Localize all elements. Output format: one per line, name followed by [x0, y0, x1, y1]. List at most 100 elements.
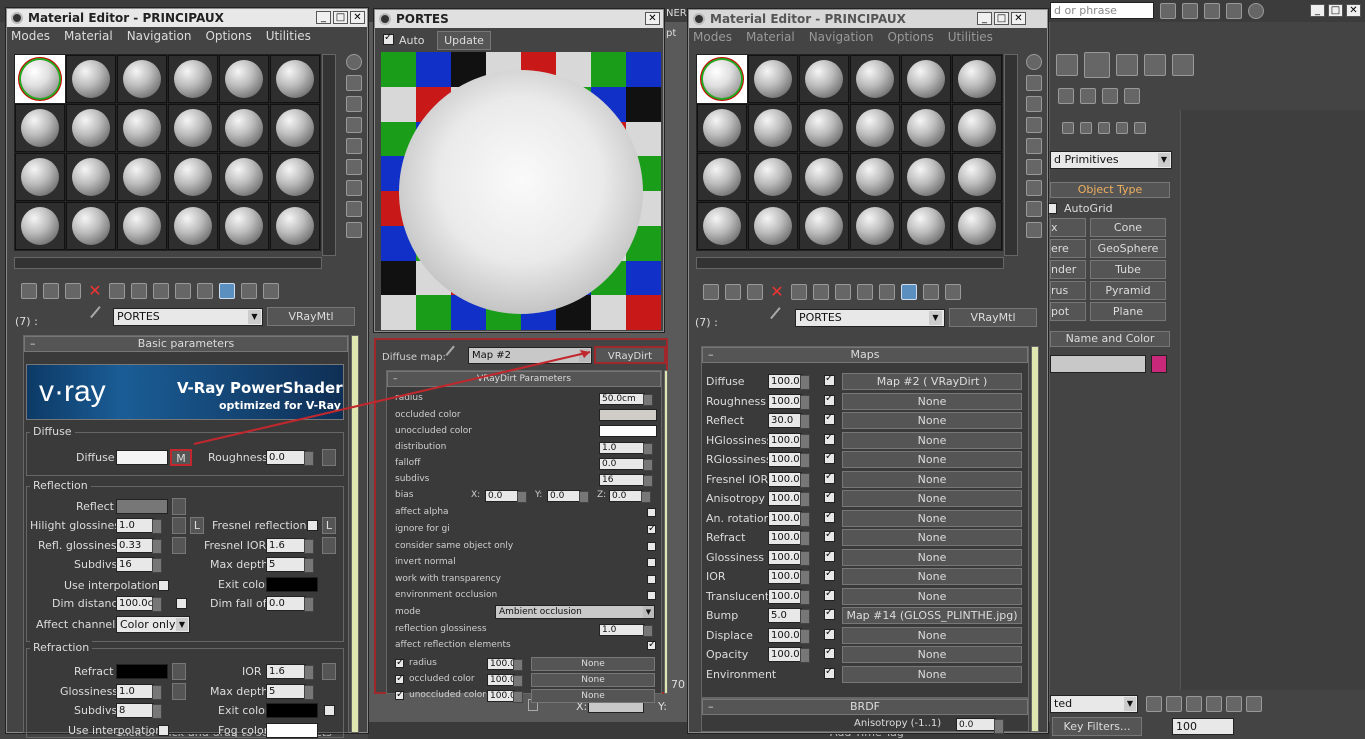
go-end-icon[interactable]: [1226, 696, 1242, 712]
map-enable-checkbox[interactable]: [824, 549, 835, 562]
prev-frame-icon[interactable]: [1166, 696, 1182, 712]
uv-tiling-icon[interactable]: [346, 117, 362, 133]
material-slot[interactable]: [66, 153, 116, 201]
material-slot[interactable]: [117, 55, 167, 103]
title-bar[interactable]: Material Editor - PRINCIPAUX _ □ ✕: [7, 9, 367, 27]
material-editor-icon[interactable]: [1084, 52, 1110, 78]
save-icon[interactable]: [1056, 54, 1078, 76]
right-background-icon[interactable]: [1026, 96, 1042, 112]
reflect-map-button[interactable]: [172, 498, 186, 515]
object-type-button[interactable]: Pyramid: [1090, 281, 1166, 300]
object-type-button[interactable]: rus: [1050, 281, 1086, 300]
map-amount-spinner[interactable]: 100.0: [768, 530, 810, 546]
map-amount-spinner[interactable]: 5.0: [768, 608, 810, 624]
right-menu-material[interactable]: Material: [746, 30, 795, 44]
map-amount-spinner[interactable]: 100.0: [768, 432, 810, 449]
object-type-button[interactable]: Tube: [1090, 260, 1166, 279]
ior-spinner[interactable]: 1.6: [266, 664, 314, 680]
material-slot[interactable]: [66, 104, 116, 152]
map-enable-checkbox[interactable]: [824, 588, 835, 601]
invert-normal-checkbox[interactable]: [647, 558, 656, 567]
map-slot-button[interactable]: None: [842, 626, 1022, 644]
glossiness-map-button[interactable]: [172, 683, 186, 700]
ior-map-button[interactable]: [322, 663, 336, 680]
r-use-interp-checkbox[interactable]: [158, 725, 169, 736]
falloff-spinner[interactable]: 0.0: [599, 458, 653, 471]
params-vscroll[interactable]: [351, 335, 359, 733]
affect-channels-arrow[interactable]: ▼: [176, 618, 188, 631]
object-type-button[interactable]: GeoSphere: [1090, 239, 1166, 258]
map-amount-spinner[interactable]: 100.0: [768, 491, 810, 507]
dirt-map-amount[interactable]: 100.0: [487, 658, 523, 671]
map-amount-spinner[interactable]: 100.0: [768, 627, 810, 644]
update-button[interactable]: Update: [437, 31, 491, 50]
map-enable-checkbox[interactable]: [824, 666, 835, 679]
right-options-icon[interactable]: [1026, 180, 1042, 196]
map-slot-button[interactable]: None: [842, 587, 1022, 605]
key-mode-icon[interactable]: [1246, 696, 1262, 712]
hierarchy-tab-icon[interactable]: [1058, 88, 1074, 104]
material-slot[interactable]: [219, 202, 269, 250]
systems-icon[interactable]: [1134, 122, 1146, 134]
r-exit-color-swatch[interactable]: [266, 703, 318, 718]
map-slot-button[interactable]: None: [842, 548, 1022, 566]
map-enable-checkbox[interactable]: [824, 607, 835, 620]
unoccluded-color-swatch[interactable]: [599, 425, 657, 437]
roughness-map-button[interactable]: [322, 449, 336, 466]
map-amount-spinner[interactable]: 100.0: [768, 647, 810, 663]
right-put-to-library-icon[interactable]: [813, 284, 829, 300]
right-get-material-icon[interactable]: [703, 284, 719, 300]
object-type-button[interactable]: nder: [1050, 260, 1086, 279]
work-transparency-checkbox[interactable]: [647, 575, 656, 584]
material-slot[interactable]: [748, 202, 798, 250]
video-color-icon[interactable]: [346, 138, 362, 154]
refl-gloss-spinner[interactable]: 0.33: [116, 538, 162, 554]
right-make-preview-icon[interactable]: [1026, 159, 1042, 175]
map-amount-spinner[interactable]: 100.0: [768, 393, 810, 410]
map-enable-checkbox[interactable]: [824, 510, 835, 523]
map-slot-button[interactable]: None: [842, 431, 1022, 449]
material-slot[interactable]: [15, 104, 65, 152]
right-sample-type-icon[interactable]: [1026, 54, 1042, 70]
right-menu-options[interactable]: Options: [887, 30, 933, 44]
radius-spinner[interactable]: 50.0cm: [599, 393, 653, 406]
select-by-material-icon[interactable]: [346, 201, 362, 217]
right-go-forward-icon[interactable]: [923, 284, 939, 300]
primitives-dropdown-arrow[interactable]: ▼: [1158, 153, 1170, 167]
right-backlight-icon[interactable]: [1026, 75, 1042, 91]
maps-header[interactable]: – Maps: [702, 347, 1028, 363]
affect-refl-checkbox[interactable]: [647, 639, 656, 650]
menu-options[interactable]: Options: [205, 29, 251, 43]
roughness-spinner[interactable]: 0.0: [266, 450, 314, 466]
helpers-icon[interactable]: [1098, 122, 1110, 134]
right-maximize-button[interactable]: □: [994, 12, 1009, 25]
right-select-by-material-icon[interactable]: [1026, 201, 1042, 217]
slots-vscroll[interactable]: [322, 54, 336, 256]
backlight-icon[interactable]: [346, 75, 362, 91]
material-slot[interactable]: [168, 55, 218, 103]
material-slot[interactable]: [697, 55, 747, 103]
dirt-map-slot-button[interactable]: None: [531, 673, 655, 687]
selection-filter-arrow[interactable]: ▼: [1124, 697, 1136, 711]
material-slot[interactable]: [697, 153, 747, 201]
material-slot[interactable]: [697, 202, 747, 250]
dirt-map-checkbox[interactable]: [395, 673, 404, 684]
preview-close-button[interactable]: ✕: [645, 12, 660, 25]
make-preview-icon[interactable]: [346, 159, 362, 175]
right-video-color-icon[interactable]: [1026, 138, 1042, 154]
brdf-header[interactable]: – BRDF: [702, 699, 1028, 715]
map-enable-checkbox[interactable]: [824, 393, 835, 406]
maximize-button[interactable]: □: [333, 11, 348, 24]
object-type-button[interactable]: pot: [1050, 302, 1086, 321]
dirt-map-slot-button[interactable]: None: [531, 689, 655, 703]
render-frame-icon[interactable]: [1172, 54, 1194, 76]
map-slot-button[interactable]: None: [842, 451, 1022, 468]
frame-field[interactable]: 100: [1172, 718, 1234, 735]
map-slot-button[interactable]: None: [842, 665, 1022, 683]
menu-modes[interactable]: Modes: [11, 29, 50, 43]
key-filters-button[interactable]: Key Filters...: [1052, 717, 1142, 736]
material-slot[interactable]: [952, 153, 1002, 201]
map-slot-button[interactable]: None: [842, 490, 1022, 507]
go-forward-icon[interactable]: [241, 283, 257, 299]
put-to-library-icon[interactable]: [131, 283, 147, 299]
